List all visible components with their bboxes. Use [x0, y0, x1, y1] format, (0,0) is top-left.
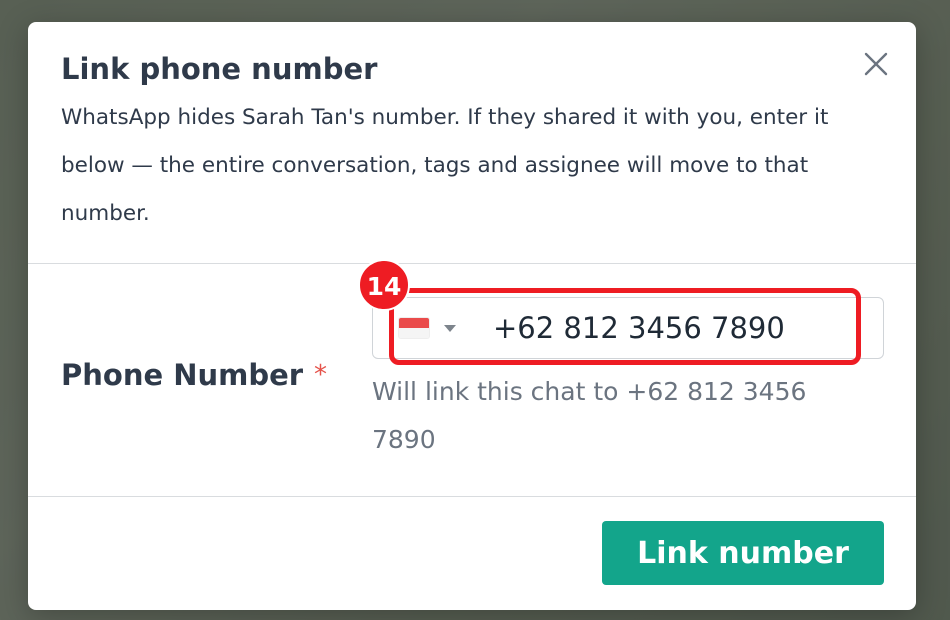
phone-number-input[interactable]: [493, 306, 863, 350]
phone-input-group: [372, 297, 884, 359]
phone-helper-text: Will link this chat to +62 812 3456 7890: [372, 377, 807, 454]
close-button[interactable]: [860, 48, 892, 80]
divider: [28, 496, 916, 497]
phone-number-label: Phone Number: [61, 358, 304, 392]
divider: [28, 263, 916, 264]
dialog-description: WhatsApp hides Sarah Tan's number. If th…: [61, 105, 829, 226]
dialog-title: Link phone number: [61, 52, 378, 86]
annotation-badge: 14: [358, 259, 410, 311]
link-phone-dialog: Link phone number WhatsApp hides Sarah T…: [28, 22, 916, 610]
indonesia-flag-icon[interactable]: [399, 318, 429, 338]
link-number-button[interactable]: Link number: [602, 521, 884, 585]
close-icon: [864, 52, 888, 76]
caret-down-icon[interactable]: [444, 325, 456, 332]
required-marker: *: [314, 360, 327, 390]
